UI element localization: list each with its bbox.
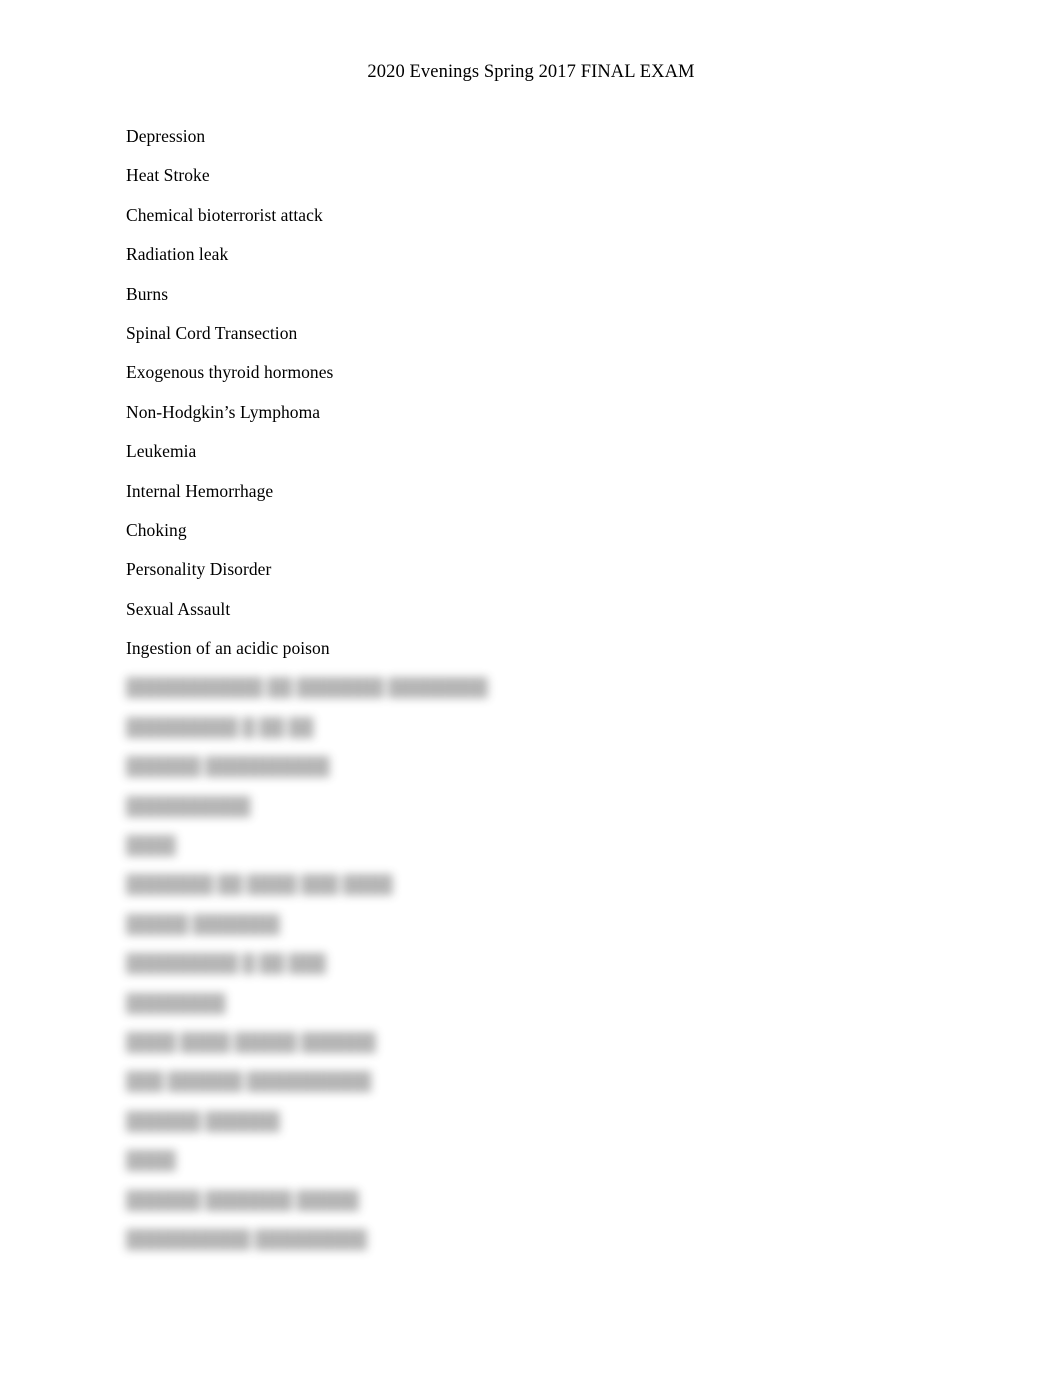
- list-item: ████: [126, 1150, 176, 1171]
- page-title: 2020 Evenings Spring 2017 FINAL EXAM: [367, 62, 695, 82]
- list-item: Exogenous thyroid hormones: [126, 362, 334, 383]
- list-item: █████████ █ ██ ███: [126, 953, 327, 974]
- list-item: Sexual Assault: [126, 598, 231, 619]
- list-item: Burns: [126, 283, 169, 304]
- list-item: Spinal Cord Transection: [126, 322, 298, 343]
- list-item: Ingestion of an acidic poison: [126, 638, 330, 659]
- list-item: Non-Hodgkin’s Lymphoma: [126, 401, 321, 422]
- list-item: ██████ ███████ █████: [126, 1189, 359, 1210]
- list-item: Radiation leak: [126, 244, 229, 265]
- list-item: Heat Stroke: [126, 165, 210, 186]
- list-item: ██████ ██████████: [126, 756, 330, 777]
- list-item: Depression: [126, 126, 206, 146]
- topic-list: Depression Heat Stroke Chemical bioterrori…: [126, 126, 986, 1268]
- list-item: ███ ██████ ██████████: [126, 1071, 372, 1092]
- list-item: ████ ████ █████ ██████: [126, 1031, 376, 1052]
- list-item: ███████████ ██ ███████ ████████: [126, 677, 488, 698]
- list-item: Personality Disorder: [126, 559, 272, 580]
- list-item: ██████ ██████: [126, 1110, 280, 1131]
- list-item: ██████████ █████████: [126, 1228, 367, 1249]
- list-item: Leukemia: [126, 441, 197, 462]
- list-item: █████ ███████: [126, 913, 280, 934]
- list-item: Choking: [126, 519, 187, 540]
- list-item: Chemical bioterrorist attack: [126, 204, 323, 225]
- document-page: 2020 Evenings Spring 2017 FINAL EXAM Dep…: [0, 0, 1062, 1376]
- list-item: Internal Hemorrhage: [126, 480, 274, 501]
- list-item: █████████ █ ██ ██: [126, 716, 314, 737]
- list-item: ██████████: [126, 795, 251, 816]
- list-item: ████████: [126, 992, 226, 1013]
- list-item: ████: [126, 835, 176, 856]
- list-item: ███████ ██ ████ ███ ████: [126, 874, 393, 895]
